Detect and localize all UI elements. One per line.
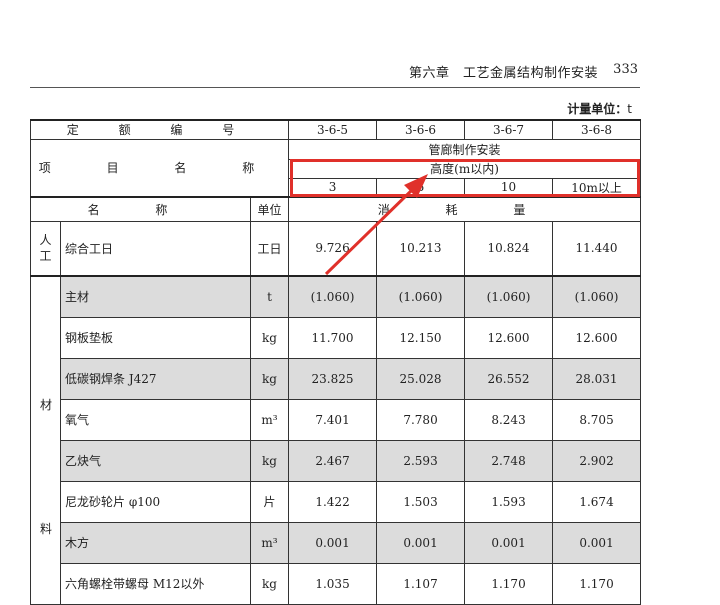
material-value: 1.170 bbox=[464, 562, 554, 605]
item-label: 项 目 名 称 bbox=[29, 138, 290, 198]
material-name: 低碳钢焊条 J427 bbox=[60, 357, 251, 400]
material-value: 11.700 bbox=[288, 316, 378, 359]
material-value: 1.674 bbox=[552, 480, 642, 523]
quota-table: 定 额 编 号 3-6-5 3-6-6 3-6-7 3-6-8 项 目 名 称 … bbox=[29, 119, 642, 605]
material-value: (1.060) bbox=[552, 275, 642, 318]
material-value: 2.593 bbox=[376, 439, 466, 482]
labor-value: 10.213 bbox=[376, 220, 466, 277]
material-value: 25.028 bbox=[376, 357, 466, 400]
labor-value: 11.440 bbox=[552, 220, 642, 277]
material-name: 乙炔气 bbox=[60, 439, 251, 482]
material-value: 28.031 bbox=[552, 357, 642, 400]
material-value: 0.001 bbox=[376, 521, 466, 564]
unit-label: 计量单位 bbox=[567, 102, 616, 116]
material-value: 1.035 bbox=[288, 562, 378, 605]
material-unit: 片 bbox=[249, 480, 290, 523]
material-value: 2.748 bbox=[464, 439, 554, 482]
code-cell: 3-6-8 bbox=[552, 119, 642, 140]
material-value: (1.060) bbox=[376, 275, 466, 318]
material-unit: m³ bbox=[249, 521, 290, 564]
code-cell: 3-6-7 bbox=[464, 119, 554, 140]
name-column-header: 名 称 bbox=[30, 196, 251, 222]
material-value: 2.902 bbox=[552, 439, 642, 482]
material-value: 1.503 bbox=[376, 480, 466, 523]
material-name: 尼龙砂轮片 φ100 bbox=[60, 480, 251, 523]
page-number: 333 bbox=[613, 62, 638, 77]
group-label: 管廊制作安装 bbox=[288, 138, 642, 160]
material-name: 木方 bbox=[60, 521, 251, 564]
unit-value: t bbox=[627, 102, 632, 116]
material-unit: kg bbox=[249, 357, 290, 400]
material-value: 1.170 bbox=[552, 562, 642, 605]
height-cell: 10 bbox=[464, 177, 554, 198]
height-cell: 3 bbox=[288, 177, 378, 198]
material-value: (1.060) bbox=[464, 275, 554, 318]
material-value: 1.422 bbox=[288, 480, 378, 523]
material-unit: kg bbox=[249, 439, 290, 482]
height-cell: 5 bbox=[376, 177, 466, 198]
material-unit: t bbox=[249, 275, 290, 318]
subgroup-label: 高度(m以内) bbox=[288, 158, 642, 179]
labor-name: 综合工日 bbox=[60, 220, 251, 277]
material-name: 氧气 bbox=[60, 398, 251, 441]
material-name: 主材 bbox=[60, 275, 251, 318]
unit-column-header: 单位 bbox=[249, 196, 290, 222]
material-unit: kg bbox=[249, 562, 290, 605]
labor-value: 9.726 bbox=[288, 220, 378, 277]
material-value: 8.705 bbox=[552, 398, 642, 441]
consumption-header: 消 耗 量 bbox=[288, 196, 642, 222]
material-value: 12.150 bbox=[376, 316, 466, 359]
labor-unit: 工日 bbox=[249, 220, 290, 277]
height-cell: 10m以上 bbox=[552, 177, 642, 198]
material-value: 26.552 bbox=[464, 357, 554, 400]
material-value: 0.001 bbox=[288, 521, 378, 564]
material-value: 0.001 bbox=[464, 521, 554, 564]
material-category: 材料 bbox=[30, 275, 61, 605]
code-cell: 3-6-5 bbox=[288, 119, 378, 140]
page-header: 第六章 工艺金属结构制作安装 333 bbox=[30, 52, 640, 88]
material-value: 7.780 bbox=[376, 398, 466, 441]
material-unit: m³ bbox=[249, 398, 290, 441]
material-value: 2.467 bbox=[288, 439, 378, 482]
material-value: 23.825 bbox=[288, 357, 378, 400]
material-value: (1.060) bbox=[288, 275, 378, 318]
code-label: 定 额 编 号 bbox=[29, 119, 290, 140]
material-value: 1.593 bbox=[464, 480, 554, 523]
labor-category: 人工 bbox=[30, 220, 61, 277]
material-value: 7.401 bbox=[288, 398, 378, 441]
code-cell: 3-6-6 bbox=[376, 119, 466, 140]
labor-value: 10.824 bbox=[464, 220, 554, 277]
material-value: 12.600 bbox=[464, 316, 554, 359]
material-name: 六角螺栓带螺母 M12以外 bbox=[60, 562, 251, 605]
material-value: 12.600 bbox=[552, 316, 642, 359]
material-value: 8.243 bbox=[464, 398, 554, 441]
measurement-unit: 计量单位：t bbox=[567, 102, 632, 116]
chapter-title: 第六章 工艺金属结构制作安装 bbox=[408, 66, 598, 81]
material-value: 0.001 bbox=[552, 521, 642, 564]
material-unit: kg bbox=[249, 316, 290, 359]
material-name: 钢板垫板 bbox=[60, 316, 251, 359]
material-value: 1.107 bbox=[376, 562, 466, 605]
